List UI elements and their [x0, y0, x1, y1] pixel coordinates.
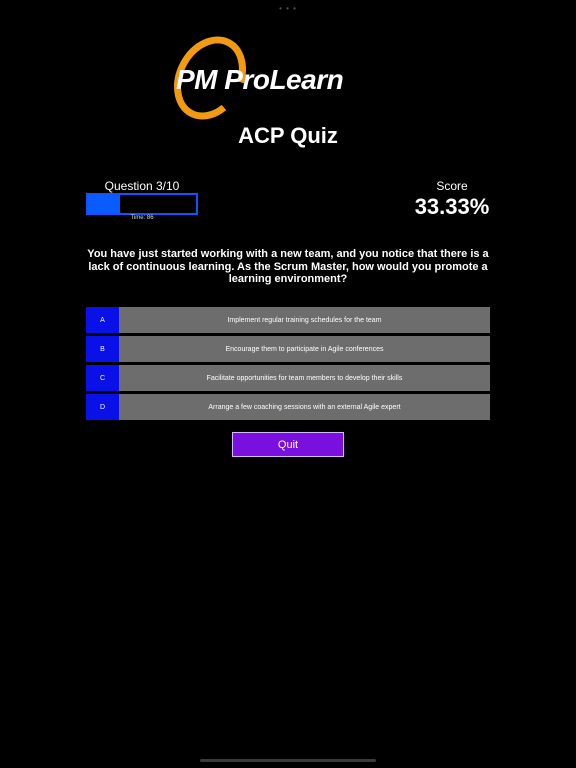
answer-option-c[interactable]: C Facilitate opportunities for team memb… [86, 365, 490, 391]
answer-list: A Implement regular training schedules f… [86, 307, 490, 423]
answer-letter[interactable]: C [86, 365, 119, 391]
progress-bar-fill [88, 195, 121, 213]
answer-option-d[interactable]: D Arrange a few coaching sessions with a… [86, 394, 490, 420]
answer-option-a[interactable]: A Implement regular training schedules f… [86, 307, 490, 333]
score-label: Score [436, 179, 468, 193]
timer-label: Time: 86 [130, 215, 154, 221]
answer-option-b[interactable]: B Encourage them to participate in Agile… [86, 336, 490, 362]
answer-text[interactable]: Encourage them to participate in Agile c… [119, 336, 490, 362]
quit-button[interactable]: Quit [232, 432, 344, 457]
logo-text: PM ProLearn [176, 64, 344, 95]
answer-text[interactable]: Arrange a few coaching sessions with an … [119, 394, 490, 420]
answer-letter[interactable]: D [86, 394, 119, 420]
page-title: ACP Quiz [238, 123, 338, 148]
answer-letter[interactable]: A [86, 307, 119, 333]
multitasking-dots[interactable]: • • • [279, 4, 297, 13]
progress-bar [86, 193, 198, 215]
answer-text[interactable]: Implement regular training schedules for… [119, 307, 490, 333]
question-counter: Question 3/10 [104, 179, 180, 193]
home-indicator[interactable] [200, 759, 376, 762]
question-text: You have just started working with a new… [87, 248, 489, 285]
answer-letter[interactable]: B [86, 336, 119, 362]
pm-prolearn-logo: PM ProLearn [170, 34, 410, 124]
score-value: 33.33% [414, 194, 490, 219]
answer-text[interactable]: Facilitate opportunities for team member… [119, 365, 490, 391]
quiz-screen: • • • PM ProLearn ACP Quiz Question 3/10… [0, 0, 576, 768]
